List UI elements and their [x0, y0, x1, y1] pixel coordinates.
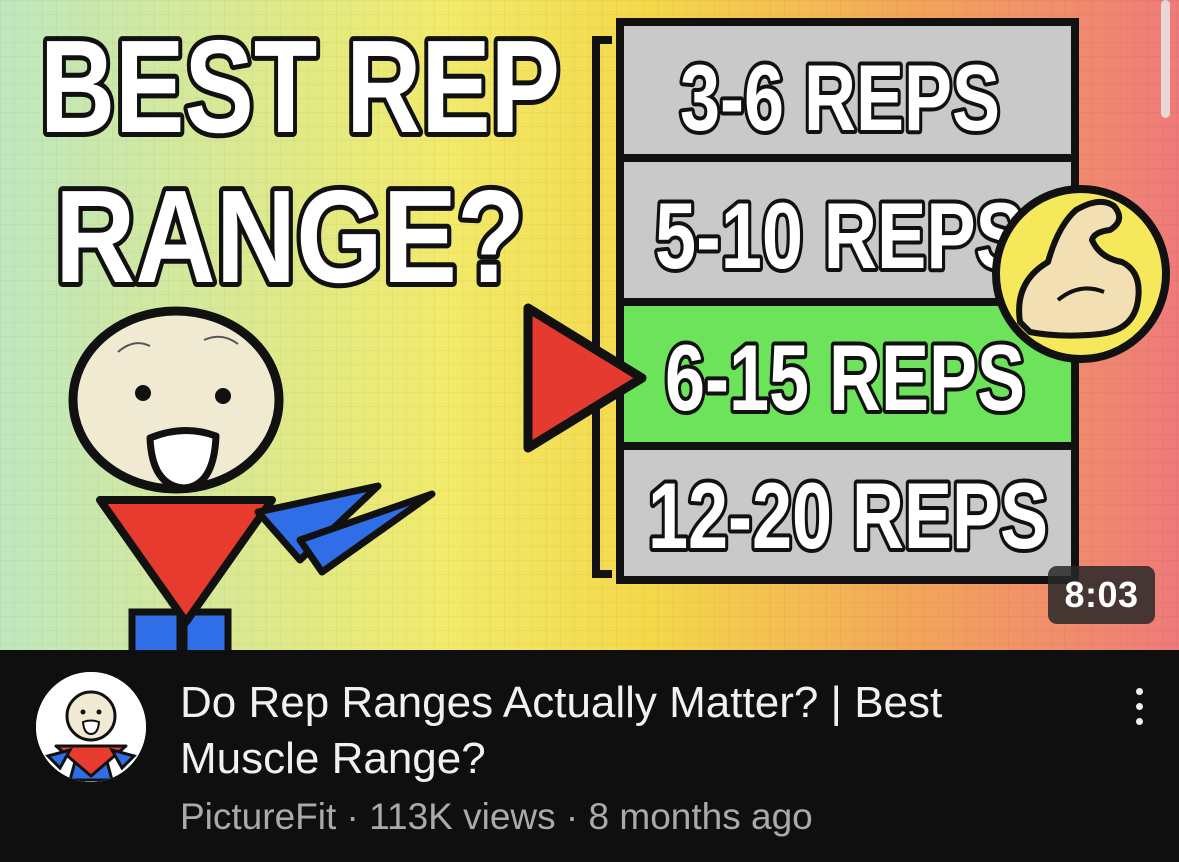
- rep-option-label-3: 6-15 REPS: [665, 325, 1025, 430]
- video-card[interactable]: BEST REP RANGE? 3-6 REPS 5-10 REPS 6-15 …: [0, 0, 1179, 862]
- thumbnail-artwork: BEST REP RANGE? 3-6 REPS 5-10 REPS 6-15 …: [0, 0, 1179, 650]
- more-vert-icon[interactable]: [1117, 678, 1161, 734]
- menu-dot: [1135, 702, 1143, 710]
- menu-dot: [1135, 717, 1143, 725]
- video-thumbnail[interactable]: BEST REP RANGE? 3-6 REPS 5-10 REPS 6-15 …: [0, 0, 1179, 650]
- scroll-handle[interactable]: [1161, 0, 1170, 118]
- rep-option-label-4: 12-20 REPS: [648, 463, 1048, 568]
- separator-2: ·: [565, 796, 579, 837]
- flexed-bicep-icon: [992, 185, 1170, 363]
- channel-avatar[interactable]: [36, 672, 146, 782]
- headline-line2: RANGE?: [55, 163, 525, 310]
- separator-1: ·: [346, 796, 359, 837]
- view-count: 113K views: [369, 796, 556, 837]
- headline-line1: BEST REP: [40, 13, 560, 160]
- video-subline: PictureFit · 113K views · 8 months ago: [180, 795, 813, 839]
- rep-option-label-2: 5-10 REPS: [655, 183, 1025, 288]
- duration-badge: 8:03: [1048, 566, 1155, 624]
- video-title[interactable]: Do Rep Ranges Actually Matter? | Best Mu…: [180, 675, 1060, 787]
- channel-name[interactable]: PictureFit: [180, 796, 336, 837]
- rep-option-label-1: 3-6 REPS: [680, 45, 1000, 150]
- avatar-figure-icon: [36, 672, 146, 782]
- upload-age: 8 months ago: [588, 796, 813, 837]
- menu-dot: [1135, 687, 1143, 695]
